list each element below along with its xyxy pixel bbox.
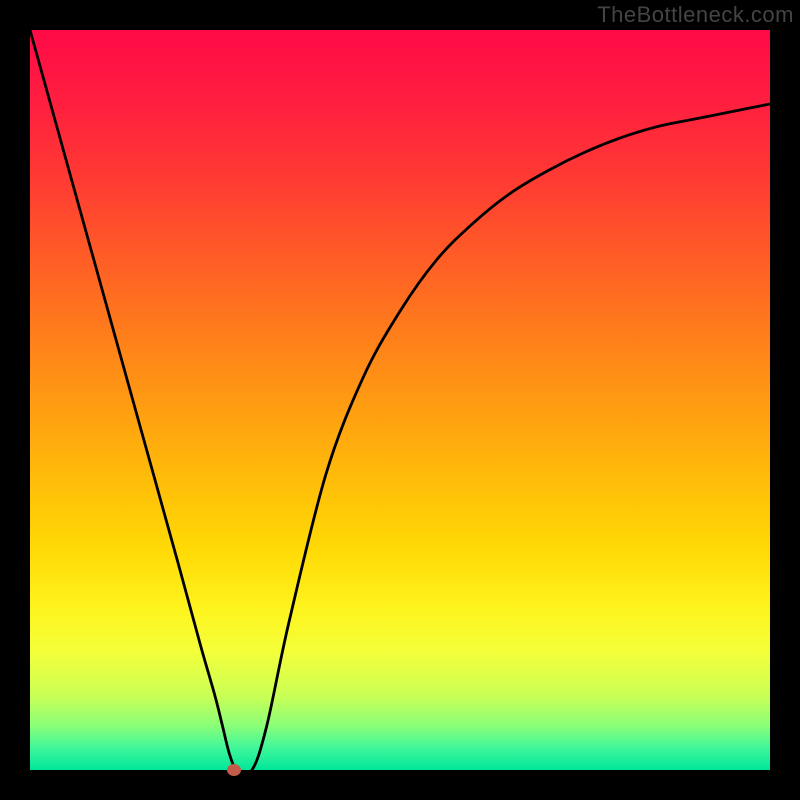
watermark-text: TheBottleneck.com xyxy=(597,2,794,28)
plot-area xyxy=(30,30,770,770)
optimal-point-marker xyxy=(227,764,241,776)
chart-frame: TheBottleneck.com xyxy=(0,0,800,800)
curve-svg xyxy=(30,30,770,770)
bottleneck-curve xyxy=(30,30,770,770)
